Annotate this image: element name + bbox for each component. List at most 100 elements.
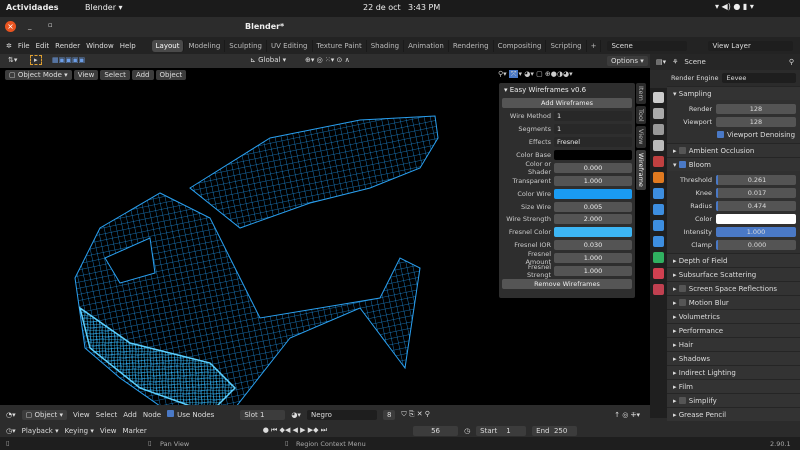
- properties-section[interactable]: ▸ Hair: [667, 337, 800, 351]
- viewport-samples-field[interactable]: 128: [716, 116, 796, 127]
- section-bloom[interactable]: ▾ Bloom: [667, 157, 800, 171]
- shader-right-icons[interactable]: ↑ ◎ ⁜▾: [614, 411, 640, 419]
- tab-compositing[interactable]: Compositing: [494, 39, 547, 52]
- setting-value-field[interactable]: 0.000: [554, 162, 632, 173]
- select-mode-icons[interactable]: ▦▣▣▣▣: [52, 56, 85, 64]
- properties-section[interactable]: ▸ Shadows: [667, 351, 800, 365]
- end-frame-field[interactable]: End 250: [532, 425, 578, 436]
- material-icon[interactable]: ◕▾: [291, 411, 301, 419]
- minimize-icon[interactable]: _: [28, 22, 32, 30]
- select-menu[interactable]: Select: [100, 70, 130, 80]
- properties-section[interactable]: ▸ Film: [667, 379, 800, 393]
- section-checkbox[interactable]: [678, 397, 686, 404]
- setting-dropdown[interactable]: Fresnel: [554, 137, 632, 148]
- select-tool-icon[interactable]: ▸: [30, 55, 42, 65]
- tab-rendering[interactable]: Rendering: [449, 39, 494, 52]
- tab-animation[interactable]: Animation: [404, 39, 449, 52]
- menu-help[interactable]: Help: [120, 42, 136, 50]
- properties-section[interactable]: ▸ Performance: [667, 323, 800, 337]
- color-swatch[interactable]: [554, 227, 632, 238]
- material-actions-icons[interactable]: ⛉ ⎘ ✕ ⚲: [401, 410, 430, 419]
- render-engine-dropdown[interactable]: Eevee: [722, 73, 796, 83]
- editor-type-icon[interactable]: ⇅▾: [8, 56, 17, 64]
- use-nodes-toggle[interactable]: Use Nodes: [167, 410, 214, 419]
- options-button[interactable]: Options ▾: [607, 56, 648, 66]
- tab-layout[interactable]: Layout: [151, 39, 185, 52]
- shader-view-menu[interactable]: View: [73, 411, 90, 419]
- properties-editor-type-icon[interactable]: ▤▾: [656, 58, 666, 66]
- view-menu[interactable]: View: [73, 70, 99, 80]
- clock-time[interactable]: 3:43 PM: [408, 3, 440, 12]
- blender-logo-icon[interactable]: ✲: [6, 42, 12, 50]
- render-tab-icon[interactable]: [653, 92, 664, 103]
- material-users-count[interactable]: 8: [382, 409, 396, 420]
- activities-button[interactable]: Actividades: [6, 3, 59, 12]
- menu-edit[interactable]: Edit: [36, 42, 50, 50]
- bloom-value-field[interactable]: 0.000: [716, 239, 796, 250]
- shader-select-menu[interactable]: Select: [96, 411, 118, 419]
- marker-menu[interactable]: Marker: [123, 427, 147, 435]
- stopwatch-icon[interactable]: ◷: [464, 427, 470, 435]
- add-menu[interactable]: Add: [131, 70, 154, 80]
- editor-type-icon[interactable]: ◔▾: [6, 411, 16, 419]
- viewport-denoising-checkbox[interactable]: [717, 131, 724, 138]
- shader-add-menu[interactable]: Add: [123, 411, 137, 419]
- tab-tool[interactable]: Tool: [636, 105, 646, 125]
- setting-value-field[interactable]: 0.030: [554, 240, 632, 251]
- setting-value-field[interactable]: 2.000: [554, 214, 632, 225]
- clock-date[interactable]: 22 de oct: [363, 3, 401, 12]
- viewport-shading-icons[interactable]: ⚲▾ ⤧ ▾ ◕▾ ▢ ⊕●◑◕▾: [498, 70, 573, 79]
- properties-section[interactable]: ▸ Indirect Lighting: [667, 365, 800, 379]
- texture-tab-icon[interactable]: [653, 284, 664, 295]
- properties-section[interactable]: ▸ Grease Pencil: [667, 407, 800, 421]
- bloom-value-field[interactable]: 0.474: [716, 200, 796, 211]
- scene-tab-icon[interactable]: [653, 140, 664, 151]
- tab-scripting[interactable]: Scripting: [546, 39, 587, 52]
- pin-icon[interactable]: ⚲: [789, 58, 794, 66]
- timeline-view-menu[interactable]: View: [100, 427, 117, 435]
- playback-menu[interactable]: Playback ▾: [22, 427, 59, 435]
- menu-file[interactable]: File: [18, 42, 30, 50]
- section-sampling[interactable]: ▾ Sampling: [667, 86, 800, 100]
- particles-tab-icon[interactable]: [653, 204, 664, 215]
- add-wireframes-button[interactable]: Add Wireframes: [502, 98, 632, 109]
- app-menu[interactable]: Blender ▾: [85, 3, 123, 12]
- transform-orientation[interactable]: ⊾ Global ▾: [250, 56, 286, 64]
- color-swatch[interactable]: [554, 188, 632, 199]
- tab-modeling[interactable]: Modeling: [184, 39, 226, 52]
- tab-item[interactable]: Item: [636, 83, 646, 104]
- slot-dropdown[interactable]: Slot 1: [240, 409, 286, 420]
- physics-tab-icon[interactable]: [653, 220, 664, 231]
- bloom-color-swatch[interactable]: [716, 213, 796, 224]
- menu-render[interactable]: Render: [55, 42, 80, 50]
- render-samples-field[interactable]: 128: [716, 103, 796, 114]
- tab-view[interactable]: View: [636, 126, 646, 148]
- current-frame-field[interactable]: 56: [413, 425, 459, 436]
- setting-dropdown[interactable]: 1: [554, 111, 632, 122]
- setting-value-field[interactable]: 0.005: [554, 201, 632, 212]
- snap-icons[interactable]: ⊕▾ ◎ ⁙▾ ⊙ ∧: [305, 56, 350, 64]
- bloom-value-field[interactable]: 1.000: [716, 226, 796, 237]
- tab-sculpting[interactable]: Sculpting: [225, 39, 267, 52]
- tab-wireframe[interactable]: Wireframe: [636, 149, 646, 190]
- view-layer-selector[interactable]: View Layer: [708, 40, 794, 51]
- properties-section[interactable]: ▸ Motion Blur: [667, 295, 800, 309]
- object-tab-icon[interactable]: [653, 172, 664, 183]
- tab-uv-editing[interactable]: UV Editing: [267, 39, 313, 52]
- modifier-tab-icon[interactable]: [653, 188, 664, 199]
- output-tab-icon[interactable]: [653, 108, 664, 119]
- object-type-dropdown[interactable]: ▢ Object ▾: [21, 409, 68, 420]
- setting-dropdown[interactable]: 1: [554, 124, 632, 135]
- color-swatch[interactable]: [554, 150, 632, 160]
- data-tab-icon[interactable]: [653, 252, 664, 263]
- properties-section[interactable]: ▸ Volumetrics: [667, 309, 800, 323]
- material-name-field[interactable]: Negro: [306, 409, 377, 420]
- close-window-icon[interactable]: ×: [5, 21, 16, 32]
- setting-value-field[interactable]: 1.000: [554, 266, 632, 277]
- world-tab-icon[interactable]: [653, 156, 664, 167]
- view-layer-tab-icon[interactable]: [653, 124, 664, 135]
- section-checkbox[interactable]: [678, 285, 686, 292]
- tab-texture-paint[interactable]: Texture Paint: [313, 39, 367, 52]
- object-menu[interactable]: Object: [155, 70, 187, 80]
- section-checkbox[interactable]: [678, 299, 686, 306]
